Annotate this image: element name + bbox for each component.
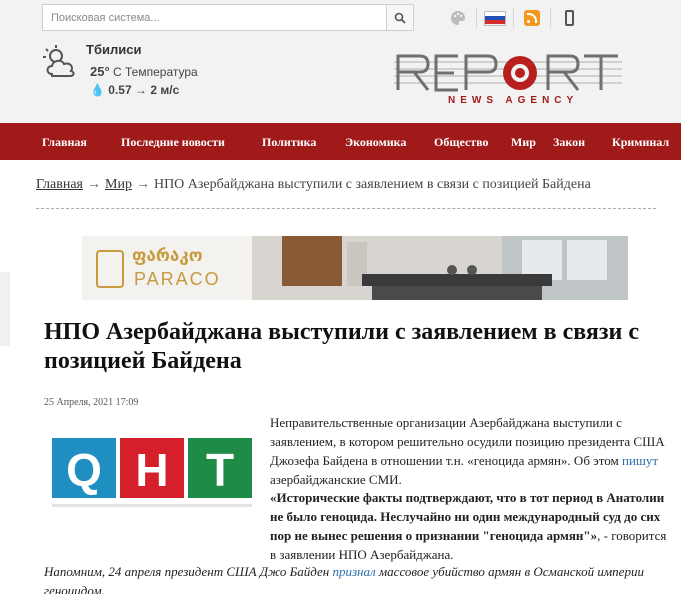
report-logo-graphic xyxy=(394,54,622,92)
breadcrumb: Главная → Мир → НПО Азербайджана выступили с… xyxy=(36,177,656,207)
weather-city: Тбилиси xyxy=(86,42,142,57)
header-bar: Тбилиси 25° C Температура 💧 0.57 → 2 м/с xyxy=(0,0,681,123)
side-widget[interactable] xyxy=(0,272,10,346)
breadcrumb-home[interactable]: Главная xyxy=(36,177,83,192)
image-letter-h: H xyxy=(135,444,168,496)
article-title: НПО Азербайджана выступили с заявлением … xyxy=(44,319,640,374)
temperature-label: C Температура xyxy=(113,65,198,79)
search-input[interactable] xyxy=(42,4,387,31)
kitchen-photo xyxy=(252,236,628,300)
article-note: Напомним, 24 апреля президент США Джо Ба… xyxy=(44,562,664,594)
article-image: Q H T xyxy=(44,424,260,524)
search-icon xyxy=(394,12,406,24)
weather-details: 💧 0.57 → 2 м/с xyxy=(90,83,179,97)
search-button[interactable] xyxy=(387,4,414,31)
article-paragraph-1: Неправительственные организации Азербайд… xyxy=(270,413,670,489)
image-letter-t: T xyxy=(206,444,234,496)
breadcrumb-current: НПО Азербайджана выступили с заявлением … xyxy=(153,177,591,192)
nav-item-politics[interactable]: Политика xyxy=(262,135,316,150)
nav-item-law[interactable]: Закон xyxy=(553,135,585,150)
breadcrumb-divider xyxy=(36,208,656,209)
temperature-value: 25° xyxy=(90,64,110,79)
nav-item-society[interactable]: Общество xyxy=(434,135,489,150)
rss-icon xyxy=(524,10,540,26)
phone-icon xyxy=(564,10,574,26)
cloud-sun-icon xyxy=(43,45,75,77)
palette-button[interactable] xyxy=(446,8,470,28)
weather-temperature: 25° C Температура xyxy=(90,64,198,79)
advertisement-banner[interactable]: ფარაკო PARACO xyxy=(82,236,628,300)
mobile-button[interactable] xyxy=(557,8,581,28)
search-box xyxy=(42,4,414,31)
rss-button[interactable] xyxy=(520,8,544,28)
nav-item-home[interactable]: Главная xyxy=(42,135,87,150)
russia-flag-icon xyxy=(484,10,506,26)
recognition-link[interactable]: признал xyxy=(332,564,375,579)
humidity-value: 0.57 xyxy=(108,83,132,97)
wind-value: 2 м/с xyxy=(150,83,180,97)
banner-brand-area: ფარაკო PARACO xyxy=(82,236,252,300)
note-text: Напомним, 24 апреля президент США Джо Ба… xyxy=(44,564,333,579)
logo-tagline: NEWS AGENCY xyxy=(448,95,579,106)
nav-item-latest[interactable]: Последние новости xyxy=(121,135,225,150)
droplet-icon: 💧 xyxy=(90,83,105,97)
report-logo[interactable]: NEWS AGENCY xyxy=(394,52,622,108)
paraco-logo-icon xyxy=(96,250,124,288)
language-button-ru[interactable] xyxy=(483,8,507,28)
wind-arrow-icon: → xyxy=(135,83,147,97)
source-link[interactable]: пишут xyxy=(622,453,658,468)
breadcrumb-arrow-icon: → xyxy=(87,177,101,192)
banner-brand-name: PARACO xyxy=(134,269,221,289)
main-navigation: Главная Последние новости Политика Эконо… xyxy=(0,123,681,160)
paragraph-text: Неправительственные организации Азербайд… xyxy=(270,415,665,468)
image-letter-q: Q xyxy=(66,444,102,496)
paragraph-text: азербайджанские СМИ. xyxy=(270,472,402,487)
divider xyxy=(513,8,514,28)
banner-georgian-text: ფარაკო xyxy=(132,246,203,266)
breadcrumb-section[interactable]: Мир xyxy=(105,177,132,192)
header-icons xyxy=(446,7,581,29)
breadcrumb-arrow-icon: → xyxy=(135,177,150,192)
nav-item-economy[interactable]: Экономика xyxy=(345,135,406,150)
article-date: 25 Апреля, 2021 17:09 xyxy=(44,397,139,408)
nav-item-crime[interactable]: Криминал xyxy=(612,135,669,150)
divider xyxy=(476,8,477,28)
nav-item-world[interactable]: Мир xyxy=(511,135,536,150)
divider xyxy=(550,8,551,28)
palette-icon xyxy=(451,11,465,25)
article-quote: «Исторические факты подтверждают, что в … xyxy=(270,488,670,564)
